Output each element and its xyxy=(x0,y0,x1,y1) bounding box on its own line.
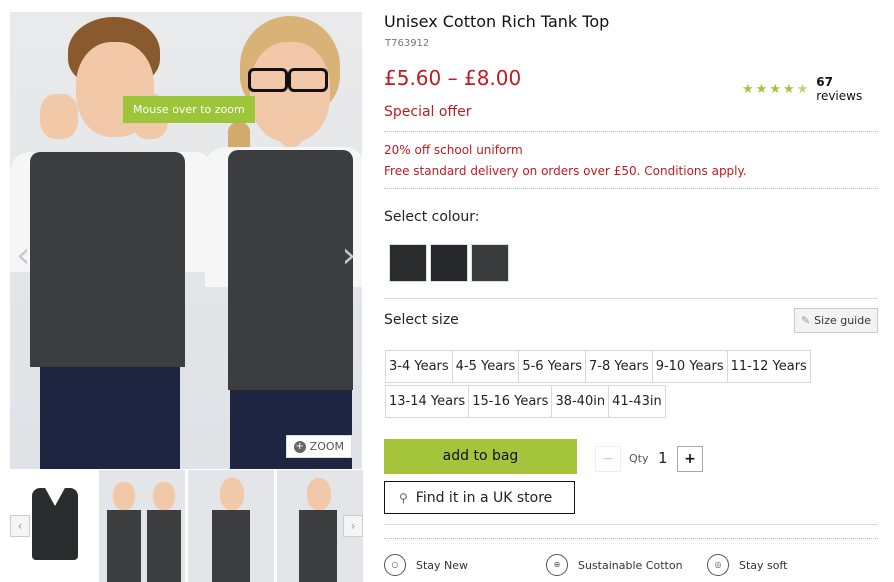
find-in-store-button[interactable]: ⚲ Find it in a UK store xyxy=(384,481,575,514)
zoom-tooltip: Mouse over to zoom xyxy=(123,96,255,123)
qty-label: Qty xyxy=(629,452,649,465)
size-option[interactable]: 3-4 Years xyxy=(385,350,453,383)
divider xyxy=(384,298,878,299)
feature-label: Stay soft xyxy=(739,558,788,572)
size-option[interactable]: 15-16 Years xyxy=(468,385,553,418)
product-code: T763912 xyxy=(385,38,430,49)
star-icon: ★ xyxy=(755,81,768,97)
globe-icon: ⊕ xyxy=(546,554,568,576)
ruler-icon: ✎ xyxy=(800,314,811,327)
size-option[interactable]: 13-14 Years xyxy=(385,385,470,418)
star-icon: ★ xyxy=(769,81,781,97)
product-title: Unisex Cotton Rich Tank Top xyxy=(384,12,610,31)
size-option[interactable]: 4-5 Years xyxy=(451,350,520,383)
size-row-1: 3-4 Years 4-5 Years 5-6 Years 7-8 Years … xyxy=(385,350,811,383)
qty-increase-button[interactable]: + xyxy=(677,446,703,472)
feature-stay-soft[interactable]: ◎ Stay soft xyxy=(707,554,788,576)
feature-stay-new[interactable]: ○ Stay New xyxy=(384,554,468,576)
stay-soft-icon: ◎ xyxy=(707,554,729,576)
stay-new-icon: ○ xyxy=(384,554,406,576)
divider xyxy=(384,188,878,189)
thumbnail-2[interactable] xyxy=(99,470,185,582)
add-to-bag-button[interactable]: add to bag xyxy=(384,439,577,474)
feature-label: Sustainable Cotton xyxy=(578,558,683,572)
reviews-label: reviews xyxy=(816,89,863,103)
divider xyxy=(384,524,878,525)
main-product-photo[interactable]: Mouse over to zoom ‹ › + ZOOM xyxy=(10,12,362,469)
size-guide-button[interactable]: ✎ Size guide xyxy=(793,308,878,333)
qty-decrease-button[interactable]: − xyxy=(595,446,621,472)
size-option[interactable]: 9-10 Years xyxy=(651,350,728,383)
prev-image-arrow[interactable]: ‹ xyxy=(16,238,30,274)
product-price: £5.60 – £8.00 xyxy=(384,66,522,90)
qty-value[interactable]: 1 xyxy=(658,449,668,467)
promo-free-delivery[interactable]: Free standard delivery on orders over £5… xyxy=(384,164,747,178)
size-option[interactable]: 7-8 Years xyxy=(585,350,653,383)
size-option[interactable]: 38-40in xyxy=(551,385,610,418)
promo-school-uniform[interactable]: 20% off school uniform xyxy=(384,143,523,157)
location-pin-icon: ⚲ xyxy=(399,490,408,505)
size-option[interactable]: 41-43in xyxy=(608,385,666,418)
star-icon: ★ xyxy=(782,81,795,97)
rating[interactable]: ★ ★ ★ ★ ★ 67 reviews xyxy=(742,75,878,103)
size-option[interactable]: 11-12 Years xyxy=(726,350,811,383)
zoom-icon: + xyxy=(293,440,306,453)
thumbnail-3[interactable] xyxy=(188,470,274,582)
size-option[interactable]: 5-6 Years xyxy=(518,350,587,383)
star-icon: ★ xyxy=(742,81,754,97)
thumb-next-arrow[interactable]: › xyxy=(343,515,363,537)
product-gallery: Mouse over to zoom ‹ › + ZOOM ‹ › xyxy=(10,12,363,582)
half-star-icon: ★ xyxy=(796,81,809,97)
colour-swatch-1[interactable] xyxy=(389,244,427,282)
size-row-2: 13-14 Years 15-16 Years 38-40in 41-43in xyxy=(385,385,666,418)
size-guide-label: Size guide xyxy=(814,314,871,327)
zoom-button[interactable]: + ZOOM xyxy=(285,435,352,458)
colour-swatch-2[interactable] xyxy=(430,244,468,282)
feature-label: Stay New xyxy=(416,558,469,572)
colour-swatch-3[interactable] xyxy=(471,244,509,282)
divider xyxy=(384,538,878,539)
next-image-arrow[interactable]: › xyxy=(342,238,356,274)
thumb-prev-arrow[interactable]: ‹ xyxy=(10,515,30,537)
boy-figure xyxy=(10,12,215,469)
thumbnail-strip: ‹ › xyxy=(10,470,363,582)
find-store-label: Find it in a UK store xyxy=(415,489,553,506)
reviews-link[interactable]: 67 reviews xyxy=(816,75,878,103)
special-offer-label: Special offer xyxy=(384,104,472,120)
zoom-label: ZOOM xyxy=(309,440,344,453)
divider xyxy=(384,131,878,132)
select-size-label: Select size xyxy=(384,312,459,328)
girl-figure xyxy=(200,12,362,469)
feature-sustainable-cotton[interactable]: ⊕ Sustainable Cotton xyxy=(546,554,683,576)
select-colour-label: Select colour: xyxy=(384,209,480,225)
reviews-count: 67 xyxy=(816,75,833,89)
